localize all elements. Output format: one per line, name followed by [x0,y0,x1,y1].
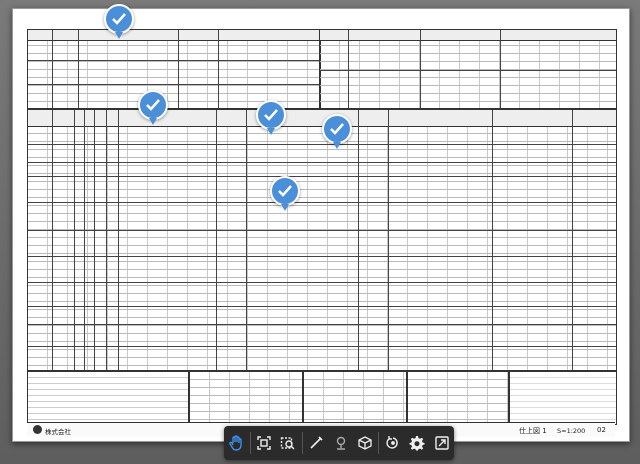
gear-icon [409,436,425,451]
fit-screen-icon [257,436,271,450]
fit-page-button[interactable] [253,432,275,454]
checkmark-icon [146,99,160,111]
pin-tool-button[interactable] [330,432,352,454]
checkmark-icon [264,109,278,121]
drawing-scale: S=1:200 [557,427,586,435]
box-3d-button[interactable] [354,432,376,454]
pin-icon [336,436,345,450]
legend-table-2 [303,371,407,425]
drawing-sheet[interactable]: 株式会社 仕上図 1 S=1:200 02 [12,8,630,442]
check-pin-marker[interactable] [270,176,300,211]
viewer-toolbar [224,426,454,460]
finish-schedule-table [27,109,617,371]
rotate-icon [386,436,398,449]
hand-icon [229,435,242,451]
company-name: 株式会社 [45,428,71,436]
divider [249,432,251,454]
checkmark-icon [330,123,344,135]
checkmark-icon [112,13,126,25]
checkmark-icon [278,185,292,197]
hand-tool-button[interactable] [225,432,247,454]
check-pin-marker[interactable] [104,4,134,39]
top-right-table [319,29,617,109]
legend-table-3 [407,371,509,425]
pen-icon [310,436,323,449]
rotate-button[interactable] [382,432,404,454]
notes-area [27,371,189,425]
cube-icon [358,436,372,450]
fullscreen-button[interactable] [431,432,453,454]
check-pin-marker[interactable] [322,114,352,149]
top-left-table [27,29,321,109]
check-pin-marker[interactable] [138,90,168,125]
check-pin-marker[interactable] [256,100,286,135]
company-logo [33,425,42,434]
document-viewer: 株式会社 仕上図 1 S=1:200 02 [0,0,640,464]
legend-table-1 [189,371,303,425]
divider [301,432,303,454]
zoom-area-button[interactable] [277,432,299,454]
divider [378,432,380,454]
notes-right [509,371,617,425]
drawing-title: 仕上図 1 [519,427,547,435]
settings-button[interactable] [406,432,428,454]
pen-tool-button[interactable] [305,432,327,454]
expand-icon [434,436,449,450]
zoom-area-icon [281,437,295,450]
sheet-number: 02 [597,426,606,434]
